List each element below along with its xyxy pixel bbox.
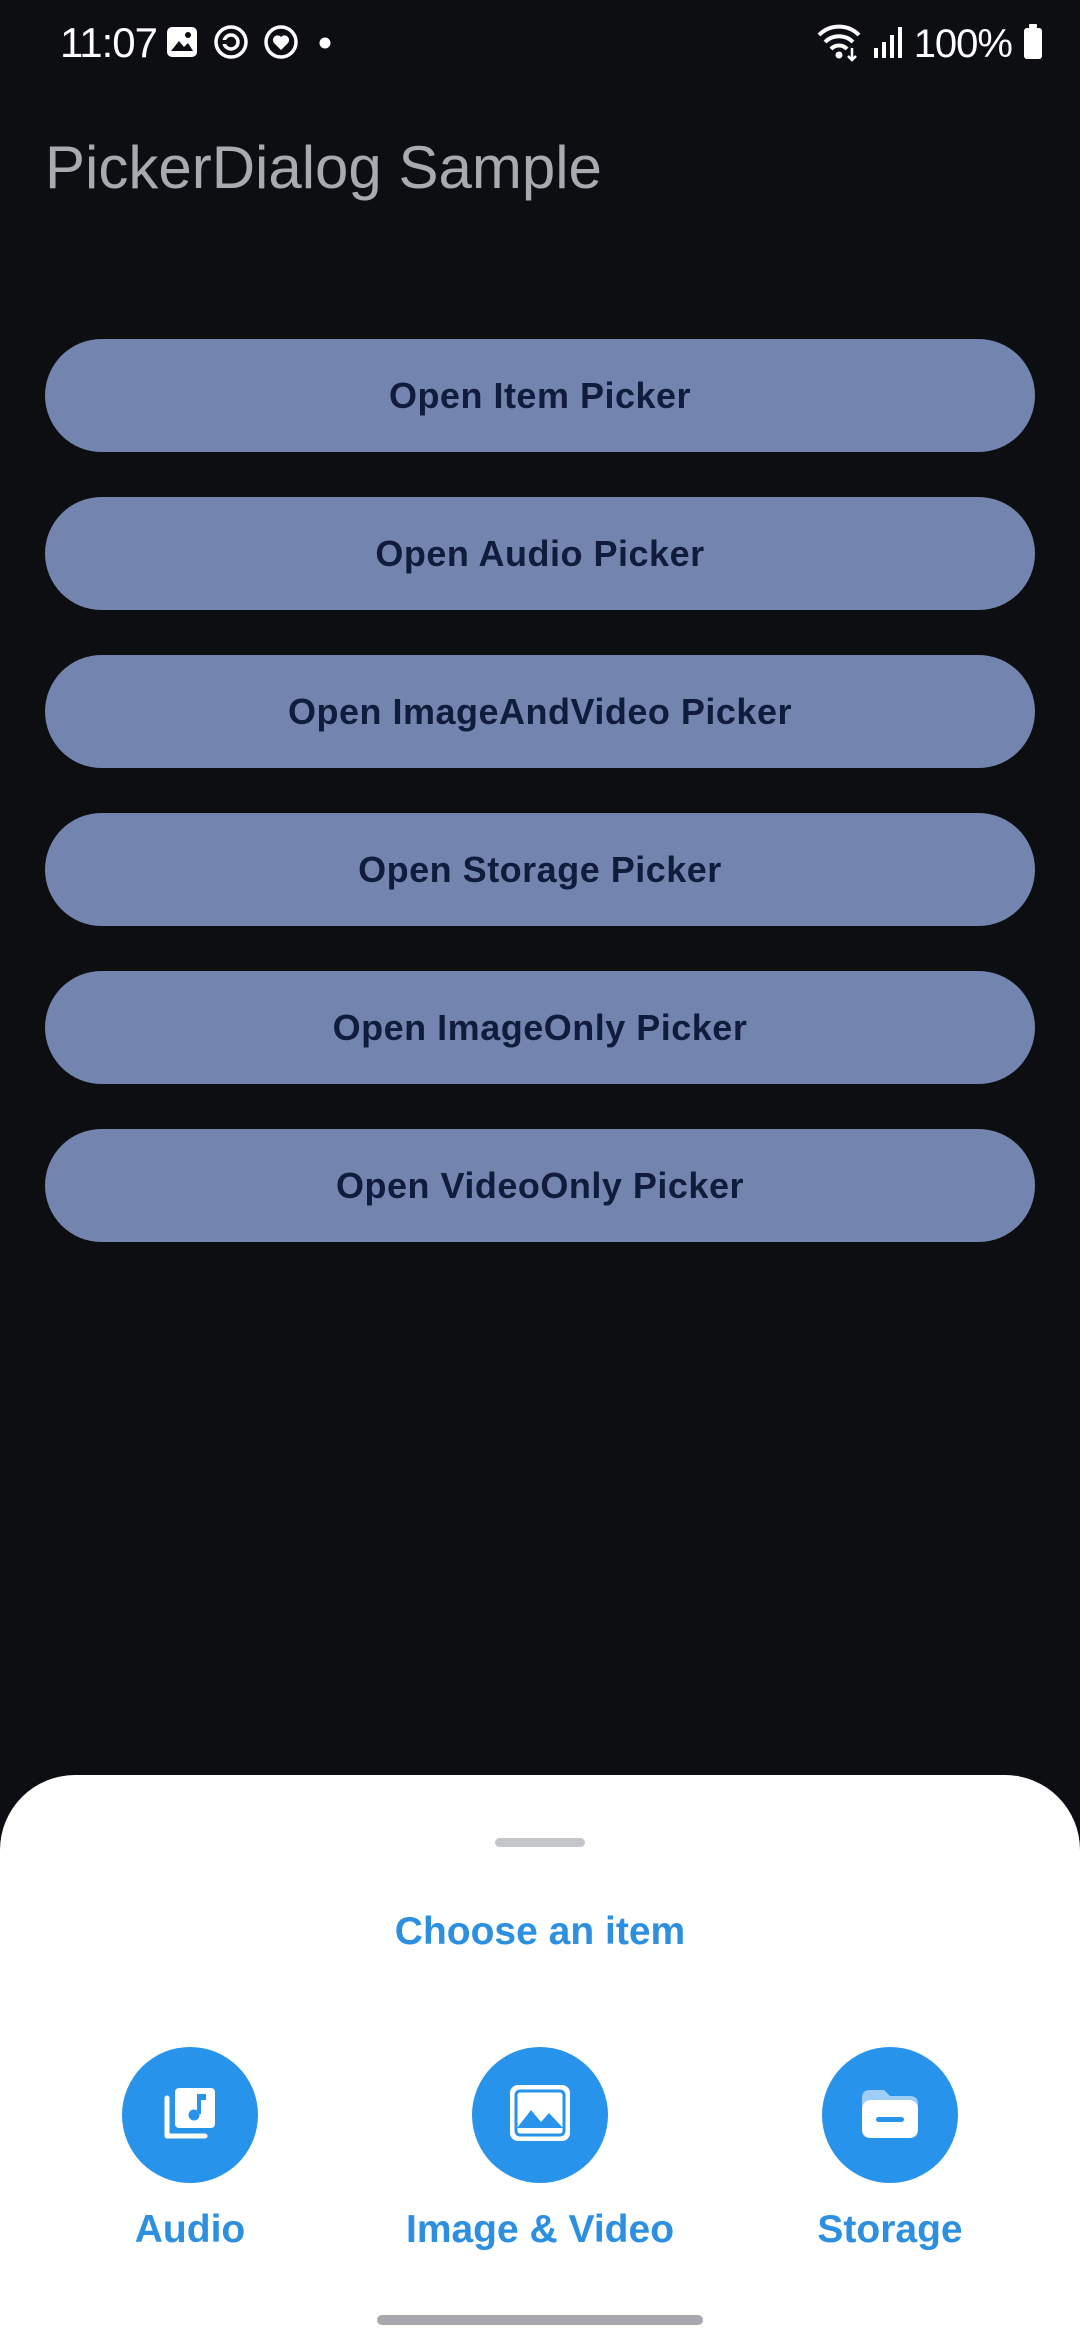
image-video-option[interactable]: Image & Video xyxy=(390,2047,690,2255)
open-video-only-picker-button[interactable]: Open VideoOnly Picker xyxy=(45,1129,1035,1242)
system-status-icons: 100% xyxy=(816,20,1044,68)
heart-notification-icon xyxy=(263,24,299,65)
status-time: 11:07 xyxy=(60,19,158,66)
signal-icon xyxy=(872,24,904,65)
screen: 11:07 100% PickerDialog Sample Open Item… xyxy=(0,0,1080,2340)
open-storage-picker-button[interactable]: Open Storage Picker xyxy=(45,813,1035,926)
page-title: PickerDialog Sample xyxy=(45,134,602,201)
storage-option-button[interactable] xyxy=(822,2047,958,2183)
folder-icon xyxy=(858,2084,922,2147)
status-bar: 11:07 100% xyxy=(0,0,1080,90)
open-image-only-picker-button[interactable]: Open ImageOnly Picker xyxy=(45,971,1035,1084)
picker-button-list: Open Item Picker Open Audio Picker Open … xyxy=(45,339,1035,1287)
open-audio-picker-button[interactable]: Open Audio Picker xyxy=(45,497,1035,610)
open-image-and-video-picker-button[interactable]: Open ImageAndVideo Picker xyxy=(45,655,1035,768)
open-item-picker-button[interactable]: Open Item Picker xyxy=(45,339,1035,452)
notification-icons xyxy=(165,24,337,64)
storage-option-label: Storage xyxy=(817,2208,963,2251)
gallery-notification-icon xyxy=(165,25,199,64)
battery-percentage: 100% xyxy=(913,22,1013,66)
sheet-drag-handle[interactable] xyxy=(495,1838,585,1847)
image-video-option-label: Image & Video xyxy=(405,2208,675,2251)
audio-option-button[interactable] xyxy=(122,2047,258,2183)
wifi-icon xyxy=(816,22,862,67)
bottom-sheet: Choose an item Audio Image & Video Stora… xyxy=(0,1775,1080,2340)
dot-icon xyxy=(313,24,337,65)
sync-notification-icon xyxy=(213,24,249,65)
image-video-option-button[interactable] xyxy=(472,2047,608,2183)
audio-option-label: Audio xyxy=(134,2208,246,2251)
battery-icon xyxy=(1022,23,1044,66)
image-icon xyxy=(507,2082,573,2149)
storage-option[interactable]: Storage xyxy=(740,2047,1040,2255)
navigation-gesture-bar[interactable] xyxy=(377,2315,703,2325)
audio-option[interactable]: Audio xyxy=(40,2047,340,2255)
sheet-title: Choose an item xyxy=(394,1910,686,1953)
audio-library-icon xyxy=(159,2082,221,2149)
